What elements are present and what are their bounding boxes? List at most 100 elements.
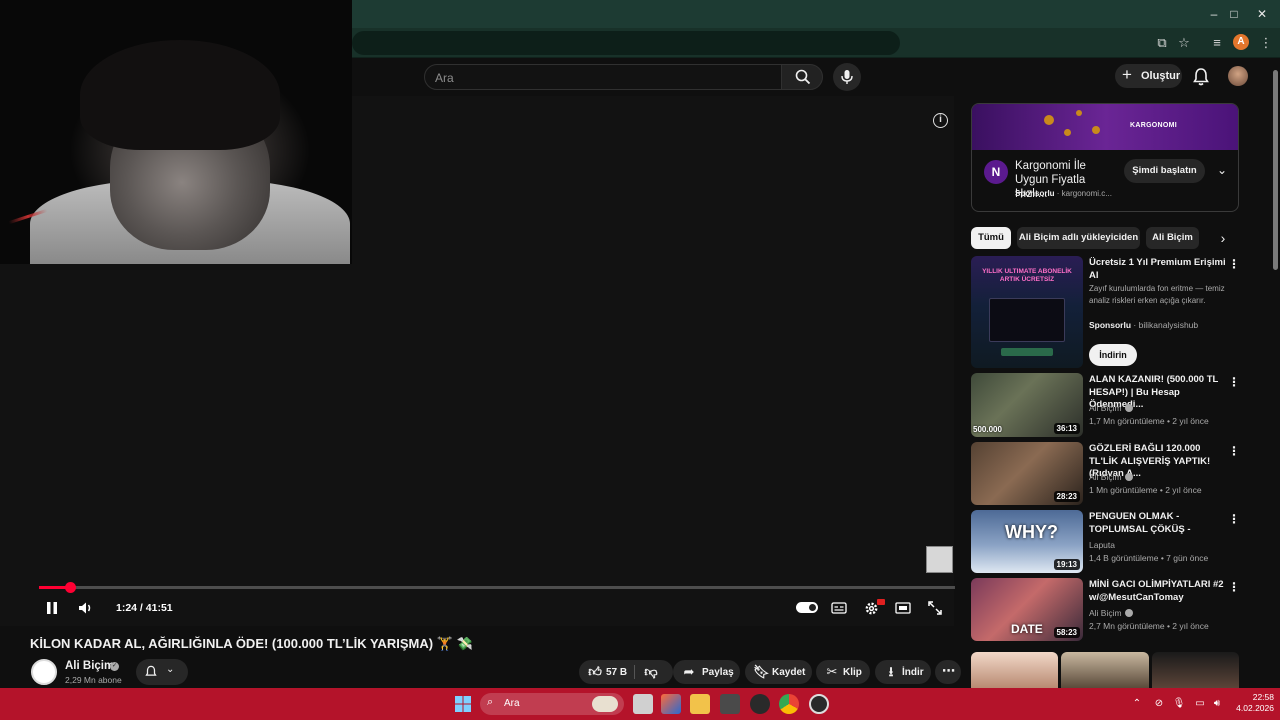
more-vertical-icon[interactable]: ⋮ <box>1228 512 1240 526</box>
promo-cta-button[interactable]: İndirin <box>1089 344 1137 366</box>
progress-scrubber[interactable] <box>64 582 76 593</box>
search-input[interactable]: Ara <box>424 64 782 90</box>
volume-button[interactable] <box>76 598 96 618</box>
recommendation-title[interactable]: MİNİ GACI OLİMPİYATLARI #2 w/@MesutCanTo… <box>1089 579 1227 604</box>
save-button[interactable]: 🔖︎ Kaydet <box>745 660 812 684</box>
bookmark-star-icon[interactable]: ☆ <box>1175 34 1193 52</box>
promo-laptop-graphic <box>989 298 1065 342</box>
like-count[interactable]: 57 B <box>606 667 627 678</box>
recommendation-meta: 1 Mn görüntüleme • 2 yıl önce <box>1089 485 1202 495</box>
ad-sponsored-label: Sponsorlu <box>1015 189 1055 198</box>
chip-from-uploader[interactable]: Ali Biçim adlı yükleyiciden <box>1017 227 1140 249</box>
subscriber-count: 2,29 Mn abone <box>65 675 122 685</box>
chip-all[interactable]: Tümü <box>971 227 1011 249</box>
chevron-down-icon[interactable]: ⌄ <box>1214 162 1230 178</box>
fullscreen-icon <box>928 601 942 615</box>
verified-check-icon <box>1124 473 1133 481</box>
subtitles-button[interactable] <box>829 598 849 618</box>
task-view-icon[interactable] <box>633 694 653 714</box>
microsoft-365-icon[interactable] <box>661 694 681 714</box>
promo-thumbnail[interactable]: YILLIK ULTIMATE ABONELİK ARTIK ÜCRETSİZ <box>971 256 1083 368</box>
microphone-icon <box>841 70 853 84</box>
recommendation-thumbnail[interactable]: 500.000 36:13 <box>971 373 1083 437</box>
ad-banner[interactable]: KARGONOMI <box>972 104 1238 150</box>
scrollbar-thumb[interactable] <box>1273 70 1278 270</box>
more-vertical-icon[interactable]: ⋮ <box>1228 375 1240 389</box>
browser-menu-icon[interactable]: ⋮ <box>1257 34 1275 52</box>
shorts-thumbnail[interactable] <box>971 652 1058 688</box>
taskbar-search-placeholder: Ara <box>504 698 520 709</box>
page-scrollbar[interactable] <box>1272 64 1278 688</box>
display-icon[interactable]: ▭ <box>1193 697 1207 711</box>
thumbs-down-icon[interactable]: 👎︎ <box>643 663 659 681</box>
recommendation-title[interactable]: PENGUEN OLMAK - TOPLUMSAL ÇÖKÜŞ - <box>1089 511 1227 536</box>
promo-title[interactable]: Ücretsiz 1 Yıl Premium Erişimi Al <box>1089 257 1227 282</box>
taskbar-clock[interactable]: 22:58 4.02.2026 <box>1228 692 1274 714</box>
channel-avatar[interactable] <box>31 659 57 685</box>
chrome-icon[interactable] <box>779 694 799 714</box>
chip-channel[interactable]: Ali Biçim <box>1146 227 1199 249</box>
verified-check-icon: ✓ <box>110 662 119 671</box>
network-muted-icon[interactable]: ⊘ <box>1152 697 1166 711</box>
close-icon[interactable]: ✕ <box>1254 6 1270 22</box>
video-title: KİLON KADAR AL, AĞIRLIĞINLA ÖDE! (100.00… <box>30 636 473 651</box>
more-vertical-icon[interactable]: ⋮ <box>1228 580 1240 594</box>
browser-profile-avatar[interactable]: A <box>1233 34 1249 50</box>
recommendation-channel[interactable]: Ali Biçim <box>1089 403 1133 413</box>
info-icon[interactable]: i <box>933 113 948 128</box>
more-horizontal-icon: ⋯ <box>942 663 955 678</box>
maximize-icon[interactable]: □ <box>1226 6 1242 22</box>
search-placeholder: Ara <box>435 71 454 85</box>
windows-start-icon[interactable] <box>455 696 471 712</box>
notifications-bell-icon[interactable] <box>1191 67 1211 87</box>
recommendation-thumbnail[interactable]: 28:23 <box>971 442 1083 505</box>
microphone-icon[interactable]: 🎙︎ <box>1172 697 1186 711</box>
autoplay-toggle[interactable] <box>796 602 818 613</box>
clip-button[interactable]: ✂ Klip <box>816 660 870 684</box>
recommendation-channel[interactable]: Laputa <box>1089 540 1115 550</box>
shorts-thumbnail[interactable] <box>1152 652 1239 688</box>
recommendation-channel[interactable]: Ali Biçim <box>1089 472 1133 482</box>
settings-app-icon[interactable] <box>750 694 770 714</box>
account-avatar[interactable] <box>1228 66 1248 86</box>
recommendation-channel[interactable]: Ali Biçim <box>1089 608 1133 618</box>
chevron-right-icon[interactable]: › <box>1215 230 1231 246</box>
install-app-icon[interactable]: ⧉ <box>1153 34 1171 52</box>
theater-mode-button[interactable] <box>893 598 913 618</box>
taskbar-search[interactable]: ⌕ Ara <box>480 693 624 715</box>
fullscreen-button[interactable] <box>925 598 945 618</box>
promo-download-graphic <box>1001 348 1053 356</box>
subtitles-icon <box>831 602 847 614</box>
subscription-bell-button[interactable]: ⌄ <box>136 659 188 685</box>
channel-name: Ali Biçim <box>1089 472 1122 482</box>
reading-list-icon[interactable]: ≡ <box>1208 34 1226 52</box>
volume-icon[interactable]: 🔊︎ <box>1210 697 1224 711</box>
minimize-icon[interactable]: – <box>1206 6 1222 22</box>
recommendation-thumbnail[interactable]: WHY? 19:13 <box>971 510 1083 573</box>
recommendation-thumbnail[interactable]: DATE 58:23 <box>971 578 1083 641</box>
share-button[interactable]: ➦ Paylaş <box>673 660 740 684</box>
microsoft-store-icon[interactable] <box>720 694 740 714</box>
channel-name[interactable]: Ali Biçim <box>65 660 114 672</box>
obs-icon[interactable] <box>809 694 829 714</box>
voice-search-button[interactable] <box>833 63 861 91</box>
chevron-up-icon[interactable]: ⌃ <box>1130 697 1144 711</box>
search-button[interactable] <box>781 64 823 90</box>
create-button[interactable]: + Oluştur <box>1115 64 1182 88</box>
more-vertical-icon[interactable]: ⋮ <box>1228 257 1240 271</box>
more-vertical-icon[interactable]: ⋮ <box>1228 444 1240 458</box>
progress-bar[interactable] <box>39 582 955 593</box>
promo-meta: Sponsorlu · bilikanalysishub <box>1089 320 1199 330</box>
scissors-icon: ✂ <box>826 664 838 679</box>
ad-advertiser-logo: N <box>984 160 1008 184</box>
address-bar[interactable] <box>352 31 900 55</box>
more-actions-button[interactable]: ⋯ <box>935 660 961 684</box>
ad-cta-button[interactable]: Şimdi başlatın <box>1124 159 1205 183</box>
thumbs-up-icon[interactable]: 👍︎ <box>587 663 603 681</box>
sponsored-ad-card[interactable]: KARGONOMI N Kargonomi İle Uygun Fiyatla … <box>971 103 1239 212</box>
ad-banner-brand: KARGONOMI <box>1130 122 1178 129</box>
download-button[interactable]: ⭳ İndir <box>875 660 931 684</box>
pause-button[interactable] <box>42 598 62 618</box>
shorts-thumbnail[interactable] <box>1061 652 1149 688</box>
file-explorer-icon[interactable] <box>690 694 710 714</box>
